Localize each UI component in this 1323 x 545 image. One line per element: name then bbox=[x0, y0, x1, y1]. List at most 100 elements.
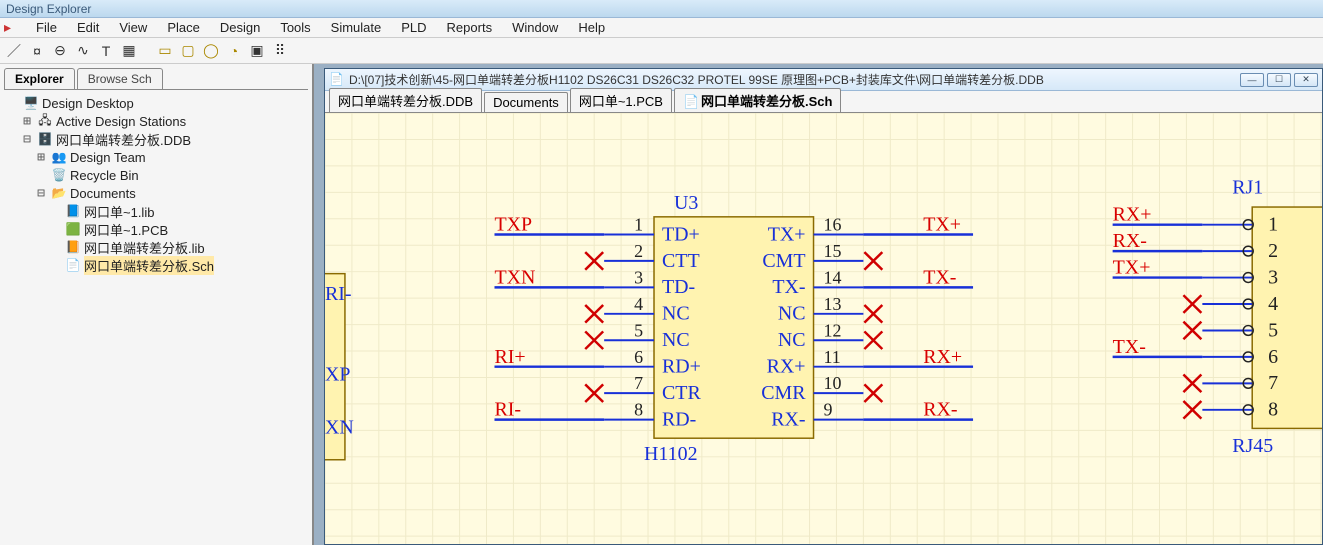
app-title-bar: Design Explorer bbox=[0, 0, 1323, 18]
svg-text:TX+: TX+ bbox=[768, 223, 806, 245]
doc-tab-ddb[interactable]: 网口单端转差分板.DDB bbox=[329, 88, 482, 112]
tool-round-rect[interactable]: ▢ bbox=[178, 41, 198, 61]
tree-doc-sch[interactable]: 📄网口单端转差分板.Sch bbox=[6, 256, 306, 274]
menu-tools[interactable]: Tools bbox=[270, 18, 320, 37]
svg-text:1: 1 bbox=[634, 215, 643, 235]
tab-browse-sch[interactable]: Browse Sch bbox=[77, 68, 163, 89]
document-window: 📄 D:\[07]技术创新\45-网口单端转差分板H1102 DS26C31 D… bbox=[324, 68, 1323, 545]
tree-root[interactable]: 🖥️Design Desktop bbox=[6, 94, 306, 112]
svg-text:CMR: CMR bbox=[761, 382, 806, 404]
mdi-area: 📄 D:\[07]技术创新\45-网口单端转差分板H1102 DS26C31 D… bbox=[314, 64, 1323, 545]
tool-image[interactable]: ▣ bbox=[247, 41, 267, 61]
tree-documents[interactable]: ⊟📂Documents bbox=[6, 184, 306, 202]
svg-text:12: 12 bbox=[824, 320, 842, 340]
svg-text:4: 4 bbox=[1268, 293, 1278, 315]
svg-text:H1102: H1102 bbox=[644, 443, 697, 465]
folder-open-icon: 📂 bbox=[51, 185, 67, 201]
tool-text[interactable]: T bbox=[96, 41, 116, 61]
svg-text:7: 7 bbox=[1268, 372, 1278, 394]
svg-text:NC: NC bbox=[662, 303, 690, 325]
svg-text:13: 13 bbox=[824, 294, 842, 314]
menu-view[interactable]: View bbox=[109, 18, 157, 37]
menu-place[interactable]: Place bbox=[157, 18, 210, 37]
svg-text:11: 11 bbox=[824, 347, 841, 367]
tree-recycle[interactable]: 🗑️Recycle Bin bbox=[6, 166, 306, 184]
tool-bus[interactable]: ⊖ bbox=[50, 41, 70, 61]
svg-text:1: 1 bbox=[1268, 214, 1278, 236]
desktop-icon: 🖥️ bbox=[23, 95, 39, 111]
svg-text:TX+: TX+ bbox=[1113, 257, 1151, 279]
svg-text:CTR: CTR bbox=[662, 382, 702, 404]
svg-text:RI-: RI- bbox=[494, 399, 521, 421]
svg-text:6: 6 bbox=[634, 347, 643, 367]
svg-text:RI+: RI+ bbox=[494, 346, 525, 368]
pcb-icon: 🟩 bbox=[65, 221, 81, 237]
doc-tab-pcb[interactable]: 网口单~1.PCB bbox=[570, 88, 672, 112]
svg-text:TX+: TX+ bbox=[923, 214, 961, 236]
svg-text:TXN: TXN bbox=[494, 267, 535, 289]
database-icon: 🗄️ bbox=[37, 131, 53, 147]
svg-text:8: 8 bbox=[634, 400, 643, 420]
svg-text:TD-: TD- bbox=[662, 276, 695, 298]
maximize-button[interactable]: ☐ bbox=[1267, 73, 1291, 87]
svg-text:14: 14 bbox=[824, 268, 842, 288]
tool-arc[interactable]: ∿ bbox=[73, 41, 93, 61]
svg-text:RX-: RX- bbox=[1113, 230, 1147, 252]
svg-text:RX-: RX- bbox=[771, 409, 805, 431]
tool-pie[interactable]: ◔ bbox=[224, 41, 244, 61]
menu-help[interactable]: Help bbox=[568, 18, 615, 37]
svg-text:RI-: RI- bbox=[325, 283, 352, 305]
schematic-canvas[interactable]: RI-XPXNU3H11021TD+TXP2CTT3TD-TXN4NC5NC6R… bbox=[325, 113, 1322, 544]
menu-design[interactable]: Design bbox=[210, 18, 270, 37]
svg-text:7: 7 bbox=[634, 373, 643, 393]
tree-stations[interactable]: ⊞🖧Active Design Stations bbox=[6, 112, 306, 130]
svg-text:U3: U3 bbox=[674, 192, 698, 214]
explorer-tree[interactable]: 🖥️Design Desktop ⊞🖧Active Design Station… bbox=[4, 89, 308, 545]
svg-text:9: 9 bbox=[824, 400, 833, 420]
tool-rect-fill[interactable]: ▭ bbox=[155, 41, 175, 61]
doc-tab-documents[interactable]: Documents bbox=[484, 92, 568, 112]
tool-ellipse[interactable]: ◯ bbox=[201, 41, 221, 61]
svg-text:6: 6 bbox=[1268, 346, 1278, 368]
station-icon: 🖧 bbox=[37, 113, 53, 129]
sch-tab-icon: 📄 bbox=[683, 94, 697, 108]
tree-doc-lib2[interactable]: 📙网口单端转差分板.lib bbox=[6, 238, 306, 256]
svg-text:XP: XP bbox=[325, 364, 350, 386]
svg-text:RJ45: RJ45 bbox=[1232, 435, 1273, 457]
svg-text:TX-: TX- bbox=[772, 276, 805, 298]
menu-reports[interactable]: Reports bbox=[437, 18, 503, 37]
tool-line[interactable]: ／ bbox=[4, 41, 24, 61]
tree-doc-pcb[interactable]: 🟩网口单~1.PCB bbox=[6, 220, 306, 238]
tree-doc-lib1[interactable]: 📘网口单~1.lib bbox=[6, 202, 306, 220]
svg-text:TX-: TX- bbox=[923, 267, 956, 289]
doc-icon: 📄 bbox=[329, 72, 345, 88]
svg-text:NC: NC bbox=[778, 329, 806, 351]
menu-bar: ▸ File Edit View Place Design Tools Simu… bbox=[0, 18, 1323, 38]
svg-text:RD-: RD- bbox=[662, 409, 696, 431]
tool-array[interactable]: ⠿ bbox=[270, 41, 290, 61]
menu-file[interactable]: File bbox=[26, 18, 67, 37]
tree-ddb[interactable]: ⊟🗄️网口单端转差分板.DDB bbox=[6, 130, 306, 148]
title-text: Design Explorer bbox=[6, 2, 91, 16]
tool-frame[interactable]: ▦ bbox=[119, 41, 139, 61]
menu-window[interactable]: Window bbox=[502, 18, 568, 37]
menu-simulate[interactable]: Simulate bbox=[321, 18, 392, 37]
svg-text:10: 10 bbox=[824, 373, 842, 393]
svg-text:3: 3 bbox=[634, 268, 643, 288]
doc-tabs: 网口单端转差分板.DDB Documents 网口单~1.PCB 📄网口单端转差… bbox=[325, 91, 1322, 113]
svg-text:16: 16 bbox=[824, 215, 842, 235]
close-button[interactable]: ✕ bbox=[1294, 73, 1318, 87]
tree-team[interactable]: ⊞👥Design Team bbox=[6, 148, 306, 166]
svg-text:3: 3 bbox=[1268, 267, 1278, 289]
sch-icon: 📄 bbox=[65, 257, 81, 273]
svg-text:4: 4 bbox=[634, 294, 643, 314]
menu-edit[interactable]: Edit bbox=[67, 18, 109, 37]
recycle-icon: 🗑️ bbox=[51, 167, 67, 183]
tab-explorer[interactable]: Explorer bbox=[4, 68, 75, 89]
doc-tab-sch[interactable]: 📄网口单端转差分板.Sch bbox=[674, 88, 841, 112]
app-icon: ▸ bbox=[4, 20, 20, 36]
menu-pld[interactable]: PLD bbox=[391, 18, 436, 37]
minimize-button[interactable]: — bbox=[1240, 73, 1264, 87]
toolbar: ／ ¤ ⊖ ∿ T ▦ ▭ ▢ ◯ ◔ ▣ ⠿ bbox=[0, 38, 1323, 64]
tool-net[interactable]: ¤ bbox=[27, 41, 47, 61]
